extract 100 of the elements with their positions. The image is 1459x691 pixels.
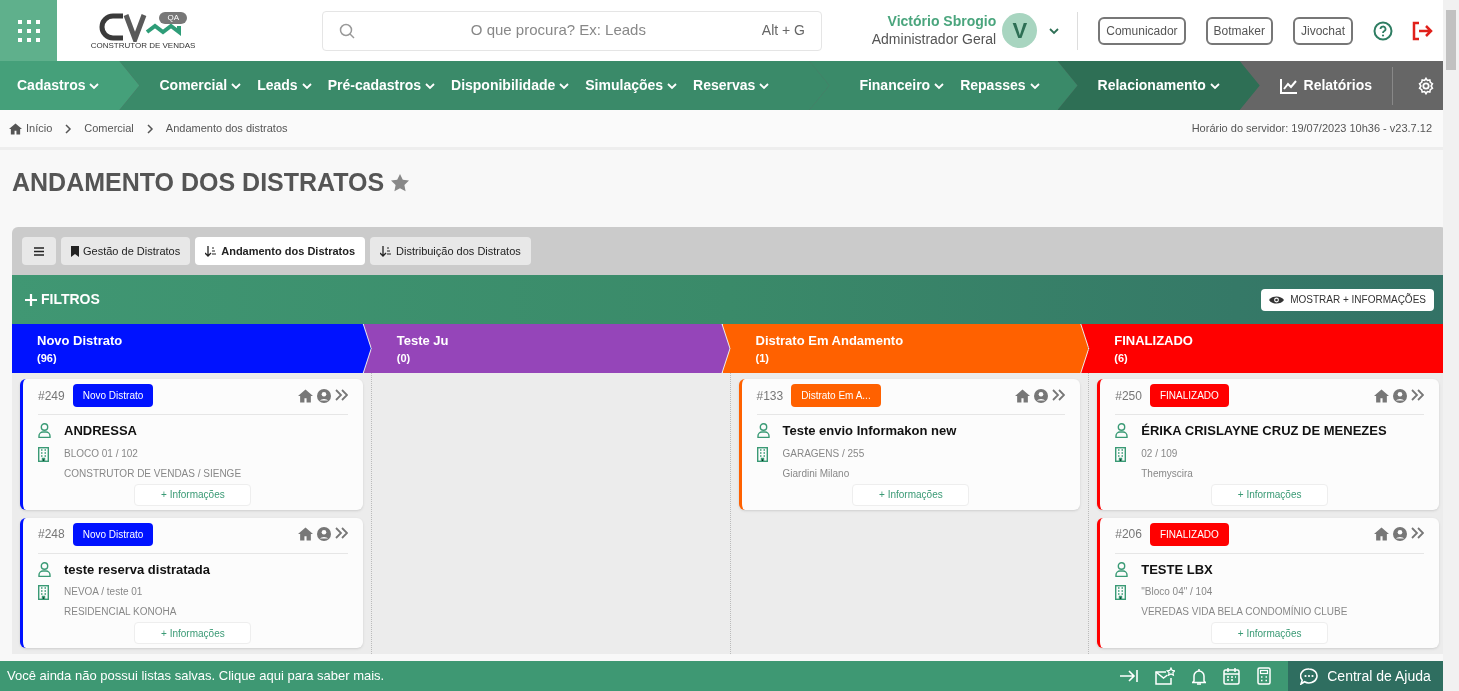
nav-menu-item[interactable]: Simulações — [585, 75, 678, 96]
header-button[interactable]: Jivochat — [1292, 16, 1353, 45]
person-icon — [38, 423, 51, 439]
arrow-to-right-icon[interactable] — [1120, 669, 1138, 683]
apps-grid-icon — [16, 18, 41, 43]
user-circle-icon[interactable] — [1034, 388, 1049, 403]
more-info-button[interactable]: + Informações — [134, 483, 252, 506]
apps-grid-button[interactable] — [0, 0, 57, 61]
nav-menu-item[interactable]: Disponibilidade — [451, 75, 570, 96]
chevron-right-icon — [64, 123, 73, 134]
bell-icon[interactable] — [1192, 667, 1206, 685]
scrollbar[interactable] — [1443, 0, 1459, 691]
home-icon[interactable] — [1015, 388, 1031, 403]
more-info-button[interactable]: + Informações — [134, 622, 252, 644]
breadcrumb-link[interactable]: Início — [26, 120, 53, 137]
deal-card[interactable]: #248 Novo Distrato teste reserva distratada NEVOA / teste 01 RESIDENCIAL KONOHA + Informações — [20, 517, 363, 648]
building-icon — [1115, 585, 1127, 600]
deal-card[interactable]: #133 Distrato Em A... Teste envio Informakon new GARAGENS / 255 Giardini Milano + Informações — [738, 379, 1081, 510]
nav-menu-item[interactable]: Reservas — [693, 75, 770, 96]
status-badge: Novo Distrato — [72, 384, 154, 407]
card-id: #133 — [756, 387, 784, 405]
double-chevron-icon[interactable] — [334, 527, 348, 539]
calculator-icon[interactable] — [1257, 667, 1271, 685]
user-circle-icon[interactable] — [1393, 527, 1407, 541]
status-badge: Novo Distrato — [72, 522, 154, 546]
deal-card[interactable]: #206 FINALIZADO TESTE LBX "Bloco 04" / 104 VEREDAS VIDA BELA CONDOMÍNIO CLUBE + Informações — [1097, 517, 1439, 648]
more-info-button[interactable]: + Informações — [1211, 622, 1329, 644]
building-icon — [1115, 446, 1127, 462]
deal-card[interactable]: #249 Novo Distrato ANDRESSA BLOCO 01 / 102 CONSTRUTOR DE VENDAS / SIENGE + Informações — [20, 379, 363, 510]
user-circle-icon[interactable] — [1393, 388, 1407, 403]
user-circle-icon[interactable] — [316, 527, 331, 541]
double-chevron-icon[interactable] — [1052, 388, 1066, 401]
building-icon — [756, 446, 768, 462]
menu-button[interactable] — [22, 237, 56, 265]
chat-bubble-icon — [1300, 667, 1319, 685]
nav-menu-item[interactable]: Financeiro — [859, 75, 945, 96]
project-text: Giardini Milano — [782, 466, 851, 481]
chevron-down-icon — [559, 80, 570, 91]
breadcrumb-link[interactable]: Andamento dos distratos — [165, 120, 288, 137]
chevron-down-icon — [231, 80, 242, 91]
nav-menu-item[interactable]: Pré-cadastros — [327, 75, 436, 96]
reports-link[interactable]: Relatórios — [1279, 75, 1392, 96]
user-circle-icon[interactable] — [316, 388, 331, 403]
filters-toggle[interactable]: FILTROS — [25, 289, 100, 310]
breadcrumb-link[interactable]: Comercial — [84, 120, 134, 137]
double-chevron-icon[interactable] — [1411, 527, 1424, 539]
more-info-button[interactable]: + Informações — [852, 483, 970, 506]
show-more-info-button[interactable]: MOSTRAR + INFORMAÇÕES — [1261, 288, 1434, 311]
chevron-down-icon — [301, 80, 312, 91]
double-chevron-icon[interactable] — [334, 388, 348, 401]
view-tab[interactable]: Gestão de Distratos — [61, 237, 191, 265]
calendar-icon[interactable] — [1223, 667, 1240, 685]
card-id: #250 — [1115, 387, 1142, 405]
status-badge: Distrato Em A... — [791, 384, 881, 407]
view-tab[interactable]: Distribuição dos Distratos — [370, 237, 531, 265]
column-header: Novo Distrato (96) — [12, 324, 371, 373]
view-tab[interactable]: Andamento dos Distratos — [195, 237, 366, 265]
settings-icon[interactable] — [1417, 76, 1435, 95]
nav-menu-item[interactable]: Comercial — [159, 75, 242, 96]
home-icon[interactable] — [297, 388, 313, 403]
home-icon[interactable] — [1374, 527, 1389, 541]
star-icon[interactable] — [390, 173, 411, 193]
deal-card[interactable]: #250 FINALIZADO ÉRIKA CRISLAYNE CRUZ DE MENEZES 02 / 109 Themyscira + Informações — [1097, 379, 1439, 510]
double-chevron-icon[interactable] — [1411, 388, 1424, 401]
nav-menu-item[interactable]: Repasses — [960, 75, 1040, 96]
search-input[interactable]: O que procura? Ex: Leads — [355, 19, 762, 42]
eye-icon — [1269, 294, 1285, 305]
user-avatar[interactable]: V — [1002, 13, 1038, 48]
home-icon[interactable] — [297, 527, 313, 541]
card-id: #248 — [38, 526, 65, 543]
mail-star-icon[interactable] — [1155, 667, 1175, 685]
search-field[interactable]: O que procura? Ex: Leads Alt + G — [322, 10, 822, 51]
help-center-button[interactable]: Central de Ajuda — [1288, 661, 1443, 691]
user-role: Administrador Geral — [871, 30, 997, 48]
sort-icon — [380, 245, 393, 257]
unit-text: "Bloco 04" / 104 — [1141, 585, 1214, 599]
search-icon — [339, 22, 355, 39]
saved-lists-message[interactable]: Você ainda não possui listas salvas. Clique aqui para saber mais. — [0, 666, 385, 686]
chevron-down-icon — [1209, 80, 1220, 91]
page-title: ANDAMENTO DOS DISTRATOS — [12, 167, 385, 199]
user-name: Victório Sbrogio — [887, 13, 997, 31]
building-icon — [38, 585, 49, 600]
logo-tagline: CONSTRUTOR DE VENDAS — [90, 41, 196, 50]
more-info-button[interactable]: + Informações — [1211, 483, 1329, 506]
help-icon[interactable] — [1373, 20, 1393, 41]
logout-icon[interactable] — [1411, 20, 1433, 41]
chevron-down-icon — [934, 80, 945, 91]
chevron-down-icon — [425, 80, 436, 91]
home-icon[interactable] — [1374, 388, 1389, 403]
plus-icon — [25, 293, 37, 306]
unit-text: 02 / 109 — [1141, 446, 1179, 461]
sort-icon — [205, 245, 218, 257]
unit-text: NEVOA / teste 01 — [64, 585, 144, 599]
header-button[interactable]: Comunicador — [1098, 16, 1186, 45]
chevron-down-icon — [667, 80, 678, 91]
nav-menu-item[interactable]: Leads — [257, 75, 312, 96]
menu-icon — [34, 246, 44, 256]
client-name: teste reserva distratada — [64, 560, 211, 579]
server-time: Horário do servidor: 19/07/2023 10h36 - v23.7.12 — [1191, 121, 1432, 137]
header-button[interactable]: Botmaker — [1205, 16, 1273, 45]
